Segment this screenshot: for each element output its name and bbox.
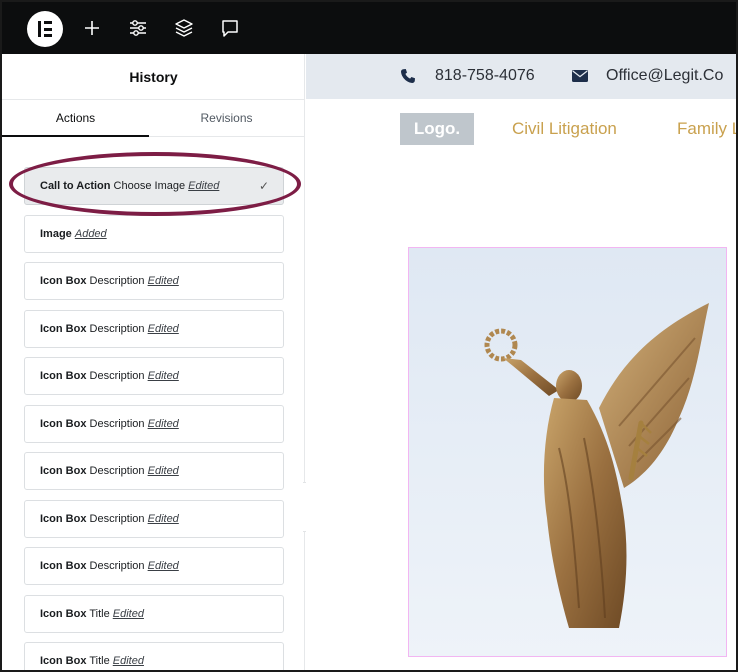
history-item-detail: Title <box>89 655 110 667</box>
layers-icon[interactable] <box>173 17 195 39</box>
history-item-element: Icon Box <box>40 322 87 335</box>
history-item-detail: Description <box>89 417 145 430</box>
winged-statue-illustration <box>409 248 726 656</box>
history-item-action: Edited <box>147 370 179 382</box>
history-item-action: Edited <box>147 322 179 335</box>
highlight-ellipse <box>9 152 301 216</box>
tab-revisions[interactable]: Revisions <box>149 100 304 137</box>
history-item-action: Edited <box>147 465 179 477</box>
history-item-element: Icon Box <box>40 465 87 477</box>
history-item-element: Icon Box <box>40 275 87 287</box>
elementor-logo-icon[interactable] <box>27 11 63 47</box>
top-toolbar <box>2 2 736 54</box>
site-logo[interactable]: Logo. <box>400 113 474 145</box>
sliders-icon[interactable] <box>127 17 149 39</box>
history-item-action: Edited <box>147 275 179 287</box>
history-item-detail: Description <box>89 370 145 382</box>
history-item[interactable]: Image Added <box>24 214 284 253</box>
history-item-element: Icon Box <box>40 655 87 667</box>
history-item-element: Icon Box <box>40 417 87 430</box>
phone-number[interactable]: 818-758-4076 <box>435 67 535 85</box>
plus-icon[interactable] <box>81 17 103 39</box>
history-item-element: Image <box>40 227 72 240</box>
history-item-detail: Title <box>89 607 110 620</box>
history-item-detail: Description <box>89 512 145 525</box>
history-tabs: Actions Revisions <box>2 100 304 137</box>
preview-canvas: 818-758-4076 Office@Legit.Co Logo. Civil… <box>306 54 736 670</box>
history-item-action: Added <box>74 227 107 240</box>
history-item-action: Edited <box>147 512 179 525</box>
history-item[interactable]: Icon Box Title Edited <box>24 642 284 670</box>
envelope-icon <box>572 70 588 82</box>
history-item[interactable]: Icon Box Description Edited <box>24 452 284 490</box>
history-item-detail: Description <box>89 275 145 287</box>
history-item[interactable]: Icon Box Description Edited <box>24 262 284 300</box>
history-item[interactable]: Icon Box Description Edited <box>24 499 284 538</box>
history-item[interactable]: Icon Box Description Edited <box>24 404 284 443</box>
statue-image[interactable] <box>408 247 727 657</box>
history-item-element: Icon Box <box>40 607 87 620</box>
history-panel: History Actions Revisions Call to Action… <box>2 54 305 670</box>
tab-actions[interactable]: Actions <box>2 100 149 137</box>
history-item[interactable]: Icon Box Description Edited <box>24 357 284 395</box>
history-item-action: Edited <box>147 560 179 572</box>
nav-item-civil-litigation[interactable]: Civil Litigation <box>512 119 617 139</box>
editor-window: History Actions Revisions Call to Action… <box>0 0 738 672</box>
history-item-detail: Description <box>89 560 145 572</box>
history-item-element: Icon Box <box>40 512 87 525</box>
history-item[interactable]: Icon Box Title Edited <box>24 594 284 633</box>
history-item-action: Edited <box>147 417 179 430</box>
comment-icon[interactable] <box>219 17 241 39</box>
panel-title: History <box>2 54 304 100</box>
history-item-action: Edited <box>112 607 144 620</box>
contact-bar: 818-758-4076 Office@Legit.Co <box>306 54 736 99</box>
history-item-action: Edited <box>112 655 144 667</box>
history-item[interactable]: Icon Box Description Edited <box>24 309 284 348</box>
history-item-element: Icon Box <box>40 370 87 382</box>
phone-icon <box>401 69 415 83</box>
history-item-detail: Description <box>89 465 145 477</box>
email-address[interactable]: Office@Legit.Co <box>606 67 723 85</box>
history-item-detail: Description <box>89 322 145 335</box>
history-item-element: Icon Box <box>40 560 87 572</box>
nav-item-family-law[interactable]: Family L <box>677 119 736 139</box>
history-item[interactable]: Icon Box Description Edited <box>24 547 284 585</box>
